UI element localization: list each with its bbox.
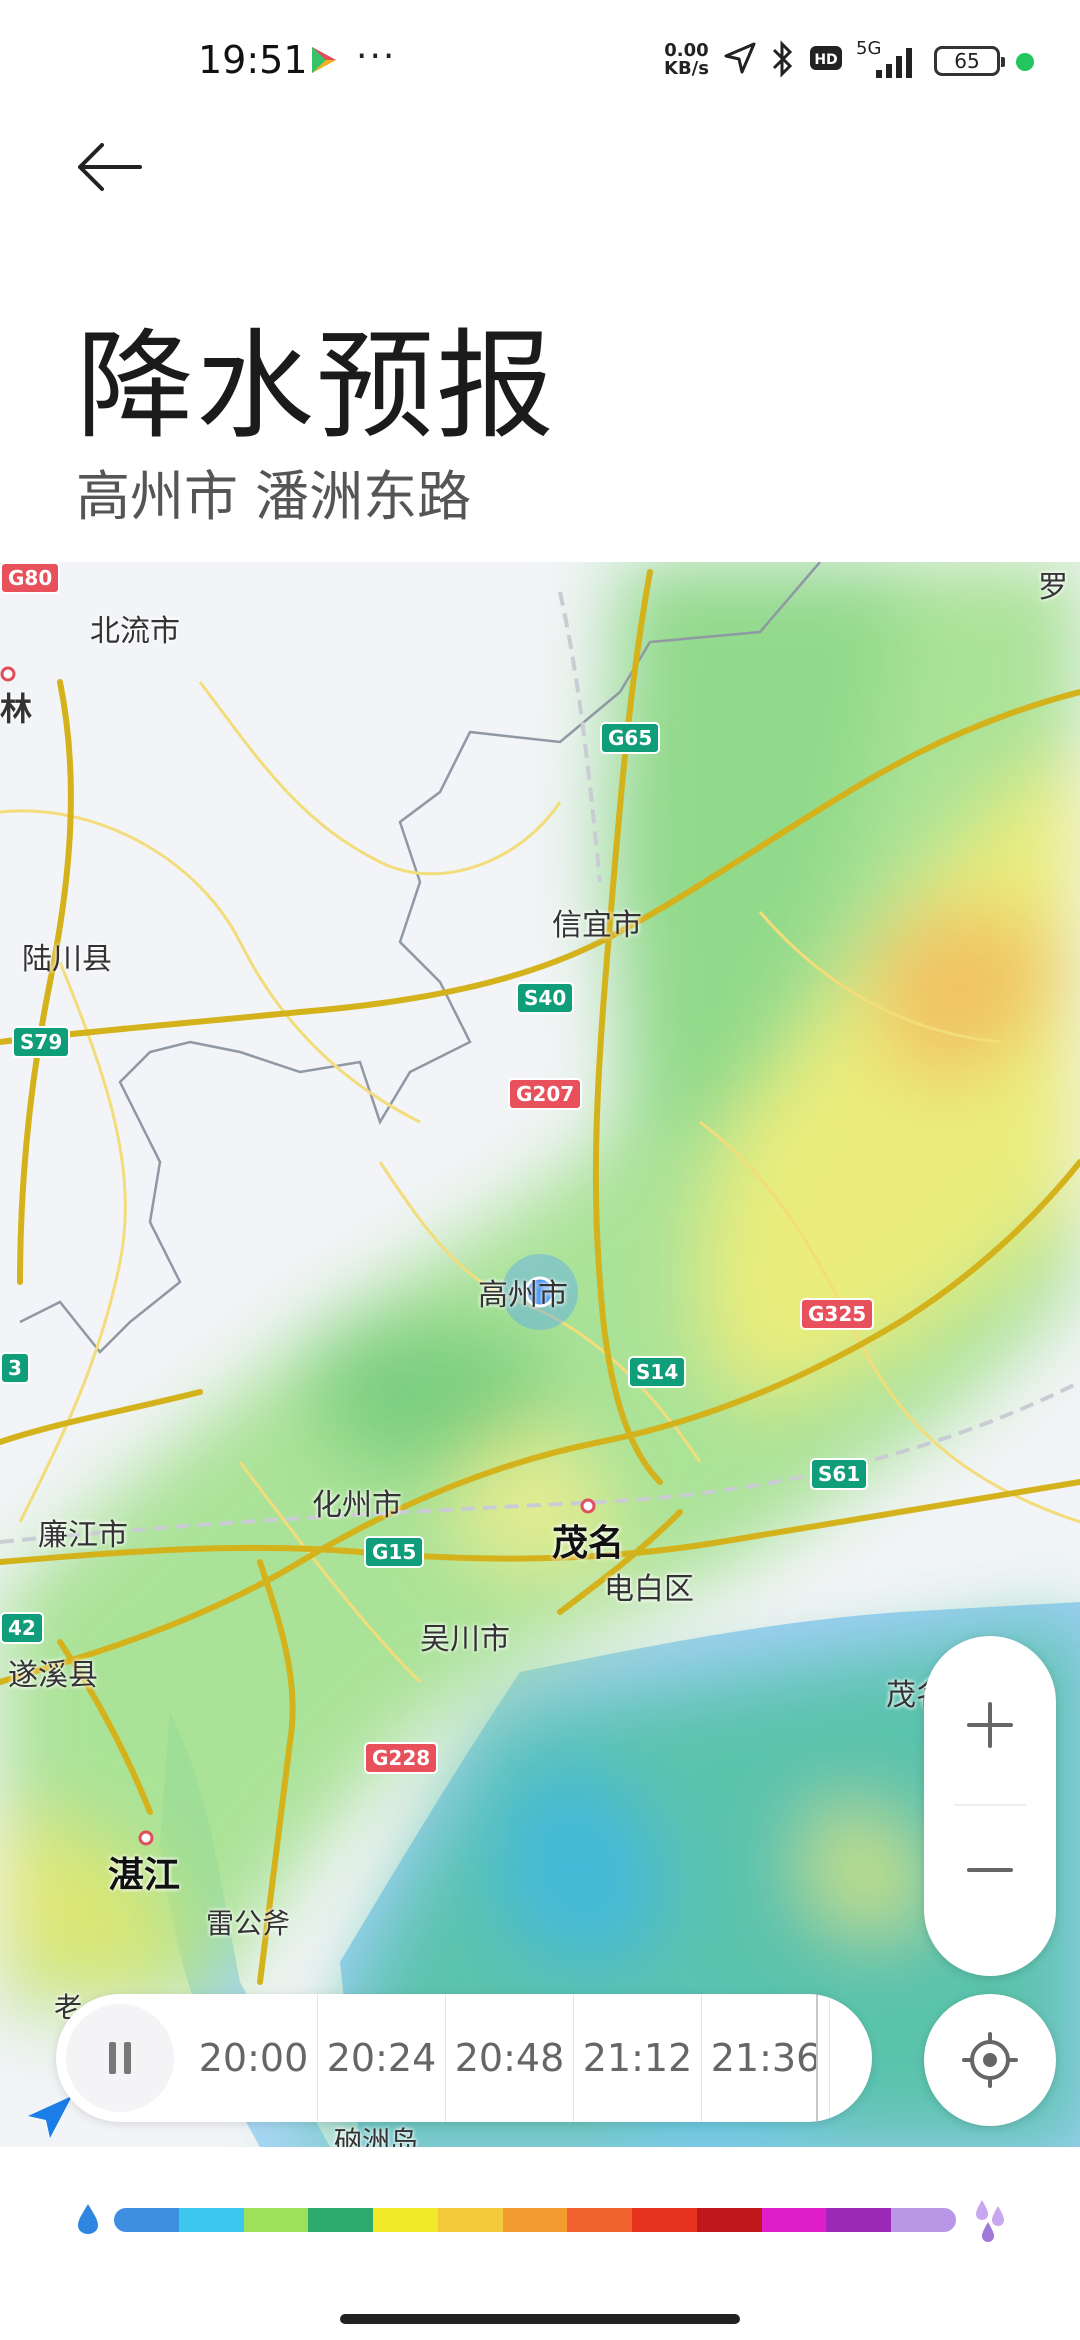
svg-text:HD: HD [814, 52, 837, 68]
timeline-tick[interactable]: 20:24 [318, 1994, 446, 2122]
timeline-tick[interactable]: 20:48 [446, 1994, 574, 2122]
city-marker [580, 1498, 596, 1514]
plus-icon [967, 1702, 1013, 1748]
crosshair-icon [962, 2032, 1018, 2088]
timeline-tick[interactable]: 20:00 [190, 1994, 318, 2122]
home-indicator[interactable] [340, 2314, 740, 2324]
map-label-huazhou: 化州市 [312, 1488, 402, 1523]
road-shield-s79: S79 [12, 1026, 71, 1058]
status-bar: 19:51 ··· 0.00 KB/s HD 5G 65 [0, 0, 1080, 120]
road-shield-g325: G325 [800, 1298, 875, 1330]
battery-icon: 65 [934, 46, 1005, 76]
more-dots-icon: ··· [356, 36, 397, 77]
status-time: 19:51 [198, 38, 308, 82]
map-label-suixi: 遂溪县 [8, 1658, 98, 1693]
precipitation-map[interactable]: 北流市 林 陆川县 信宜市 高州市 化州市 茂名 廉江市 电白区 吴川市 遂溪县… [0, 562, 1080, 2147]
legend-color-segment [243, 2208, 309, 2232]
map-label-maoming: 茂名 [552, 1523, 625, 1564]
legend-color-segment [178, 2208, 244, 2232]
map-label-wuchuan: 吴川市 [420, 1622, 510, 1657]
zoom-out-button[interactable] [924, 1806, 1056, 1956]
location-arrow-icon [724, 42, 756, 74]
zoom-in-button[interactable] [924, 1646, 1056, 1796]
map-canvas[interactable] [0, 562, 1080, 2147]
pause-icon [109, 2042, 131, 2074]
page-title: 降水预报 [76, 317, 557, 455]
legend-color-segment [696, 2208, 762, 2232]
road-shield-g65: G65 [600, 722, 661, 754]
legend-color-segment [502, 2208, 568, 2232]
play-store-icon [312, 47, 336, 73]
road-shield-g80: G80 [0, 562, 61, 594]
map-label-leigongfu: 雷公斧 [206, 1907, 291, 1940]
timeline-tick[interactable]: 21:12 [574, 1994, 702, 2122]
zoom-controls [924, 1636, 1056, 1976]
road-shield-g207: G207 [508, 1078, 583, 1110]
map-label-lin: 林 [0, 690, 33, 728]
road-shield-g228: G228 [364, 1742, 439, 1774]
pause-button[interactable] [66, 2004, 174, 2112]
map-label-gaozhou: 高州市 [478, 1278, 568, 1313]
legend-color-segment [437, 2208, 503, 2232]
location-subtitle: 高州市 潘洲东路 [76, 465, 472, 528]
road-shield-s40: S40 [516, 982, 575, 1014]
back-arrow-icon[interactable] [74, 140, 146, 194]
net-speed: 0.00 KB/s [664, 42, 709, 78]
timeline-tick[interactable]: 21:36 [702, 1994, 830, 2122]
hd-icon: HD [810, 46, 842, 70]
road-shield-s14: S14 [628, 1356, 687, 1388]
legend-color-segment [826, 2208, 892, 2232]
legend-color-segment [373, 2208, 438, 2232]
map-label-beiliu: 北流市 [90, 614, 180, 649]
legend-color-segment [761, 2208, 827, 2232]
city-marker [138, 1830, 154, 1846]
legend-color-segment [891, 2208, 956, 2232]
minus-icon [967, 1868, 1013, 1872]
map-label-luo: 罗 [1038, 570, 1068, 605]
map-label-dianbai: 电白区 [604, 1572, 694, 1607]
road-shield-partial: 42 [0, 1612, 44, 1644]
light-rain-drop-icon [78, 2204, 98, 2234]
privacy-indicator-dot [1016, 53, 1034, 71]
map-label-xinyi: 信宜市 [552, 908, 642, 943]
map-label-naozhoudao: 硇洲岛 [334, 2125, 419, 2147]
timeline-cursor[interactable] [816, 1994, 818, 2122]
net-speed-unit: KB/s [664, 58, 709, 79]
map-label-luchuan: 陆川县 [22, 942, 112, 977]
legend-color-segment [632, 2208, 697, 2232]
precipitation-legend [70, 2196, 1010, 2246]
locate-me-button[interactable] [924, 1994, 1056, 2126]
road-shield-partial: 3 [0, 1352, 30, 1384]
road-shield-s61: S61 [810, 1458, 869, 1490]
city-marker [0, 666, 16, 682]
legend-color-segment [567, 2208, 633, 2232]
heavy-rain-drops-icon [976, 2200, 1004, 2242]
map-label-lianjiang: 廉江市 [38, 1518, 128, 1553]
map-label-zhanjiang: 湛江 [108, 1855, 181, 1896]
timeline-ticks[interactable]: 20:00 20:24 20:48 21:12 21:36 [190, 1994, 872, 2122]
forecast-timeline[interactable]: 20:00 20:24 20:48 21:12 21:36 [56, 1994, 872, 2122]
road-shield-g15: G15 [364, 1536, 425, 1568]
legend-color-segment [114, 2208, 179, 2232]
legend-color-scale [114, 2208, 956, 2232]
legend-color-segment [308, 2208, 374, 2232]
signal-icon [876, 48, 912, 78]
bluetooth-icon [772, 40, 793, 78]
